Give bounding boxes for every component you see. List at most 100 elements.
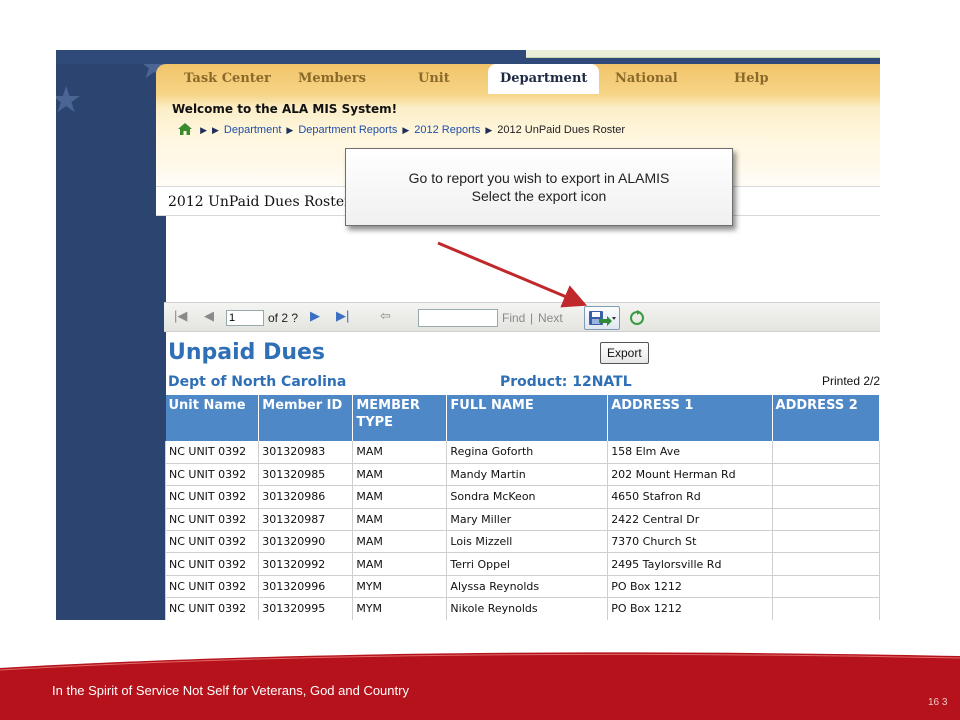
table-cell: 7370 Church St: [607, 530, 773, 554]
column-header: Unit Name: [165, 395, 260, 441]
tab-national[interactable]: National: [615, 68, 678, 90]
table-cell: 301320990: [258, 530, 354, 554]
table-cell: 4650 Stafron Rd: [607, 485, 773, 509]
table-cell: NC UNIT 0392: [164, 575, 260, 599]
first-page-icon[interactable]: |◀: [174, 308, 187, 324]
table-cell: MYM: [352, 597, 448, 620]
table-cell: NC UNIT 0392: [164, 463, 260, 487]
flag-background: ★ ★: [56, 50, 170, 620]
back-icon[interactable]: ⇦: [380, 308, 391, 324]
table-cell: [772, 530, 880, 554]
table-cell: 301320987: [258, 508, 354, 532]
previous-page-icon[interactable]: ◀: [204, 308, 214, 324]
table-cell: 301320986: [258, 485, 354, 509]
table-cell: Regina Goforth: [446, 441, 609, 464]
table-cell: 2422 Central Dr: [607, 508, 773, 532]
breadcrumb: ▶ ▶ Department ▶ Department Reports ▶ 2012 Rep…: [178, 123, 625, 136]
table-cell: NC UNIT 0392: [164, 597, 260, 620]
table-cell: [772, 463, 880, 487]
table-row: NC UNIT 0392 301320987 MAM Mary Miller 2422 …: [164, 508, 880, 532]
table-cell: MAM: [352, 552, 448, 576]
table-cell: Mandy Martin: [446, 463, 609, 487]
table-row: NC UNIT 0392 301320986 MAM Sondra McKeon 465…: [164, 485, 880, 509]
table-row: NC UNIT 0392 301320983 MAM Regina Goforth 15…: [164, 441, 880, 464]
page-count: of 2 ?: [268, 311, 299, 325]
table-cell: Terri Oppel: [446, 552, 609, 576]
table-cell: Lois Mizzell: [446, 530, 609, 554]
nav-tabs: Task Center Members Unit Department Nati…: [156, 64, 880, 94]
tab-unit[interactable]: Unit: [418, 68, 450, 90]
breadcrumb-link-department[interactable]: Department: [224, 124, 281, 136]
report-printed-date: Printed 2/2: [822, 374, 880, 388]
report-title: Unpaid Dues: [168, 340, 326, 365]
table-cell: MAM: [352, 530, 448, 554]
breadcrumb-current: 2012 UnPaid Dues Roster: [497, 124, 626, 136]
column-header: FULL NAME: [446, 395, 609, 441]
callout-line-2: Select the export icon: [471, 188, 607, 204]
pointer-arrow-icon: [437, 241, 588, 308]
column-header: Member ID: [258, 395, 354, 441]
export-icon: [589, 311, 616, 326]
table-cell: [772, 508, 880, 532]
table-cell: 301320985: [258, 463, 354, 487]
slide-number: 16 3: [928, 697, 948, 708]
table-cell: 2495 Taylorsville Rd: [607, 552, 773, 576]
table-cell: [772, 552, 880, 576]
column-header: MEMBER TYPE: [352, 395, 448, 441]
report-department: Dept of North Carolina: [168, 374, 347, 390]
table-row: NC UNIT 0392 301320985 MAM Mandy Martin 202 …: [164, 463, 880, 487]
tab-department[interactable]: Department: [488, 64, 600, 94]
table-cell: NC UNIT 0392: [164, 485, 260, 509]
footer-motto: In the Spirit of Service Not Self for Ve…: [52, 683, 409, 698]
table-cell: Alyssa Reynolds: [446, 575, 609, 599]
tab-task-center[interactable]: Task Center: [184, 68, 271, 90]
table-cell: MYM: [352, 575, 448, 599]
breadcrumb-separator-icon: ▶: [402, 125, 410, 135]
next-page-icon[interactable]: ▶: [310, 308, 320, 324]
last-page-icon[interactable]: ▶|: [336, 308, 349, 324]
dues-table: Unit Name Member ID MEMBER TYPE FULL NAM…: [164, 395, 880, 620]
welcome-message: Welcome to the ALA MIS System!: [172, 102, 398, 116]
breadcrumb-separator-icon: ▶: [286, 125, 294, 135]
table-row: NC UNIT 0392 301320995 MYM Nikole Reynolds P…: [164, 597, 880, 620]
report-header-title: 2012 UnPaid Dues Roster: [168, 194, 351, 210]
breadcrumb-link-department-reports[interactable]: Department Reports: [298, 124, 397, 136]
table-cell: NC UNIT 0392: [164, 552, 260, 576]
table-cell: PO Box 1212: [607, 597, 773, 620]
table-cell: Sondra McKeon: [446, 485, 609, 509]
table-cell: [772, 575, 880, 599]
table-cell: NC UNIT 0392: [164, 508, 260, 532]
table-row: NC UNIT 0392 301320990 MAM Lois Mizzell 7370…: [164, 530, 880, 554]
table-cell: [772, 597, 880, 620]
report-product: Product: 12NATL: [500, 374, 632, 390]
footer-band: [0, 652, 960, 720]
column-header: ADDRESS 2: [772, 395, 880, 441]
refresh-icon[interactable]: [628, 309, 646, 327]
table-body: NC UNIT 0392 301320983 MAM Regina Goforth 15…: [164, 441, 880, 620]
table-cell: Nikole Reynolds: [446, 597, 609, 620]
table-cell: MAM: [352, 508, 448, 532]
tab-members[interactable]: Members: [298, 68, 366, 90]
table-cell: MAM: [352, 485, 448, 509]
table-cell: NC UNIT 0392: [164, 441, 260, 464]
tab-help[interactable]: Help: [734, 68, 769, 90]
callout-line-1: Go to report you wish to export in ALAMI…: [408, 170, 670, 186]
export-tooltip: Export: [600, 342, 649, 364]
home-icon[interactable]: [178, 123, 192, 135]
table-cell: Mary Miller: [446, 508, 609, 532]
table-cell: NC UNIT 0392: [164, 530, 260, 554]
page-number-input[interactable]: 1: [226, 310, 264, 326]
table-cell: MAM: [352, 463, 448, 487]
header-strip: [526, 50, 880, 58]
star-icon: ★: [56, 80, 83, 121]
table-cell: 301320996: [258, 575, 354, 599]
breadcrumb-link-2012-reports[interactable]: 2012 Reports: [414, 124, 480, 136]
table-cell: 301320992: [258, 552, 354, 576]
table-cell: 301320995: [258, 597, 354, 620]
table-row: NC UNIT 0392 301320996 MYM Alyssa Reynolds P…: [164, 575, 880, 599]
table-row: NC UNIT 0392 301320992 MAM Terri Oppel 2495 …: [164, 552, 880, 576]
column-header: ADDRESS 1: [607, 395, 773, 441]
table-header-row: Unit Name Member ID MEMBER TYPE FULL NAM…: [165, 395, 880, 441]
table-cell: 158 Elm Ave: [607, 441, 773, 464]
screenshot: ★ ★ Task Center Members Unit Department …: [56, 50, 880, 620]
